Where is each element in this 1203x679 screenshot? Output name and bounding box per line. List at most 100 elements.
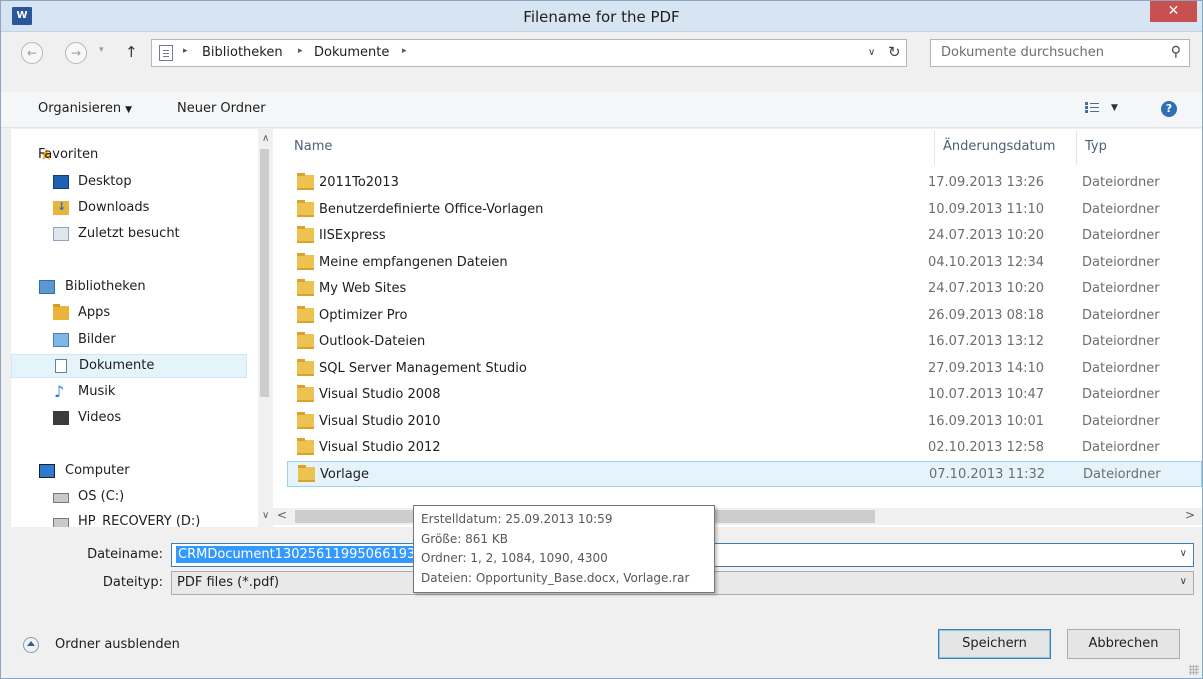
- sidebar-item-favoriten[interactable]: ★ Favoriten: [11, 144, 247, 168]
- file-date: 16.07.2013 13:12: [928, 334, 1045, 349]
- search-icon[interactable]: ⚲: [1171, 44, 1181, 60]
- sidebar-item-dokumente[interactable]: Dokumente: [11, 354, 247, 378]
- file-type: Dateiordner: [1082, 175, 1160, 190]
- sidebar-scrollbar[interactable]: ∧ ∨: [258, 129, 269, 527]
- column-divider[interactable]: [1076, 131, 1077, 165]
- help-icon[interactable]: ?: [1161, 101, 1177, 117]
- column-header-name[interactable]: Name: [294, 139, 332, 154]
- organize-button[interactable]: Organisieren ▼: [38, 101, 132, 116]
- file-date: 24.07.2013 10:20: [928, 228, 1045, 243]
- save-button[interactable]: Speichern: [938, 629, 1051, 659]
- sidebar-item-desktop[interactable]: Desktop: [11, 171, 247, 195]
- folder-icon: [297, 226, 314, 243]
- column-header-type[interactable]: Typ: [1085, 139, 1107, 154]
- view-options-icon[interactable]: [1085, 101, 1101, 115]
- sidebar-item-os-c[interactable]: OS (C:): [11, 486, 247, 510]
- file-type: Dateiordner: [1082, 334, 1160, 349]
- sidebar-item-downloads[interactable]: Downloads: [11, 197, 247, 221]
- sidebar-item-bilder[interactable]: Bilder: [11, 329, 247, 353]
- scroll-down-icon[interactable]: ∨: [262, 510, 269, 521]
- recent-places-icon: [53, 227, 69, 241]
- address-bar[interactable]: ▸ Bibliotheken ▸ Dokumente ▸ ∨ ↻: [151, 39, 907, 67]
- column-header-date[interactable]: Änderungsdatum: [943, 139, 1055, 154]
- file-row[interactable]: Meine empfangenen Dateien 04.10.2013 12:…: [287, 250, 1202, 276]
- cancel-button[interactable]: Abbrechen: [1067, 629, 1180, 659]
- documents-icon: [159, 45, 173, 61]
- file-row[interactable]: Optimizer Pro 26.09.2013 08:18 Dateiordn…: [287, 303, 1202, 329]
- new-folder-button[interactable]: Neuer Ordner: [177, 101, 266, 116]
- sidebar-item-musik[interactable]: ♪ Musik: [11, 381, 247, 405]
- file-row[interactable]: Outlook-Dateien 16.07.2013 13:12 Dateior…: [287, 329, 1202, 355]
- file-row[interactable]: Visual Studio 2012 02.10.2013 12:58 Date…: [287, 435, 1202, 461]
- resize-grip[interactable]: [1189, 665, 1199, 675]
- file-date: 07.10.2013 11:32: [929, 467, 1046, 482]
- folder-icon: [297, 332, 314, 349]
- view-dropdown[interactable]: ▼: [1111, 103, 1118, 113]
- chevron-down-icon[interactable]: ∨: [1180, 548, 1187, 559]
- scroll-left-icon[interactable]: <: [277, 508, 287, 522]
- breadcrumb-separator[interactable]: ▸: [298, 46, 303, 56]
- back-button[interactable]: ←: [21, 42, 43, 64]
- downloads-icon: [53, 200, 69, 215]
- file-row[interactable]: 2011To2013 17.09.2013 13:26 Dateiordner: [287, 170, 1202, 196]
- recent-locations-dropdown[interactable]: ▾: [99, 45, 104, 55]
- breadcrumb-dokumente[interactable]: Dokumente: [314, 45, 389, 60]
- organize-label: Organisieren: [38, 101, 122, 116]
- navigation-bar: ← → ▾ ↑ ▸ Bibliotheken ▸ Dokumente ▸ ∨ ↻…: [1, 32, 1202, 92]
- close-button[interactable]: ✕: [1150, 1, 1197, 22]
- folder-icon: [298, 465, 315, 482]
- refresh-icon[interactable]: ↻: [888, 43, 901, 61]
- breadcrumb-separator[interactable]: ▸: [183, 46, 188, 56]
- sidebar-item-computer[interactable]: Computer: [11, 460, 247, 484]
- file-date: 02.10.2013 12:58: [928, 440, 1045, 455]
- sidebar-item-hp-recovery[interactable]: HP_RECOVERY (D:): [11, 511, 247, 527]
- drive-icon: [53, 518, 69, 527]
- sidebar-item-bibliotheken[interactable]: Bibliotheken: [11, 276, 247, 300]
- videos-icon: [53, 411, 69, 425]
- folder-icon: [297, 173, 314, 190]
- forward-button[interactable]: →: [65, 42, 87, 64]
- scroll-right-icon[interactable]: >: [1185, 508, 1195, 522]
- scrollbar-thumb[interactable]: [260, 149, 269, 397]
- file-type: Dateiordner: [1082, 202, 1160, 217]
- sidebar-item-label: Downloads: [78, 200, 150, 215]
- file-row[interactable]: Benutzerdefinierte Office-Vorlagen 10.09…: [287, 197, 1202, 223]
- file-row[interactable]: IISExpress 24.07.2013 10:20 Dateiordner: [287, 223, 1202, 249]
- libraries-icon: [39, 280, 55, 294]
- sidebar-item-zuletzt-besucht[interactable]: Zuletzt besucht: [11, 223, 247, 247]
- file-type: Dateiordner: [1082, 361, 1160, 376]
- breadcrumb-bibliotheken[interactable]: Bibliotheken: [202, 45, 283, 60]
- file-name: Visual Studio 2012: [319, 440, 441, 455]
- up-button[interactable]: ↑: [125, 43, 138, 61]
- scroll-up-icon[interactable]: ∧: [262, 133, 269, 144]
- file-type: Dateiordner: [1082, 414, 1160, 429]
- filename-input[interactable]: CRMDocument13025611995066193: [176, 546, 418, 563]
- file-name: Optimizer Pro: [319, 308, 408, 323]
- address-history-dropdown[interactable]: ∨: [868, 47, 875, 58]
- title-bar: W Filename for the PDF ✕: [1, 1, 1202, 32]
- chevron-down-icon: ▼: [125, 105, 133, 115]
- file-row[interactable]: Visual Studio 2008 10.07.2013 10:47 Date…: [287, 382, 1202, 408]
- file-date: 16.09.2013 10:01: [928, 414, 1045, 429]
- file-row[interactable]: SQL Server Management Studio 27.09.2013 …: [287, 356, 1202, 382]
- search-box[interactable]: Dokumente durchsuchen ⚲: [930, 39, 1190, 67]
- column-divider[interactable]: [934, 131, 935, 165]
- chevron-down-icon[interactable]: ∨: [1180, 576, 1187, 587]
- sidebar-item-label: OS (C:): [78, 489, 125, 504]
- file-row[interactable]: My Web Sites 24.07.2013 10:20 Dateiordne…: [287, 276, 1202, 302]
- tooltip-folders: Ordner: 1, 2, 1084, 1090, 4300: [421, 551, 608, 565]
- sidebar-item-apps[interactable]: Apps: [11, 302, 247, 326]
- file-row[interactable]: Visual Studio 2010 16.09.2013 10:01 Date…: [287, 409, 1202, 435]
- file-name: Meine empfangenen Dateien: [319, 255, 508, 270]
- search-input[interactable]: Dokumente durchsuchen: [941, 45, 1104, 60]
- file-row-selected[interactable]: Vorlage 07.10.2013 11:32 Dateiordner: [287, 461, 1202, 487]
- save-dialog: W Filename for the PDF ✕ ← → ▾ ↑ ▸ Bibli…: [0, 0, 1203, 679]
- sidebar-item-label: Desktop: [78, 174, 132, 189]
- breadcrumb-separator[interactable]: ▸: [402, 46, 407, 56]
- filename-label: Dateiname:: [87, 547, 163, 562]
- file-date: 04.10.2013 12:34: [928, 255, 1045, 270]
- file-date: 17.09.2013 13:26: [928, 175, 1045, 190]
- window-title: Filename for the PDF: [523, 8, 680, 26]
- file-list: Name Änderungsdatum Typ 2011To2013 17.09…: [273, 129, 1202, 527]
- sidebar-item-videos[interactable]: Videos: [11, 407, 247, 431]
